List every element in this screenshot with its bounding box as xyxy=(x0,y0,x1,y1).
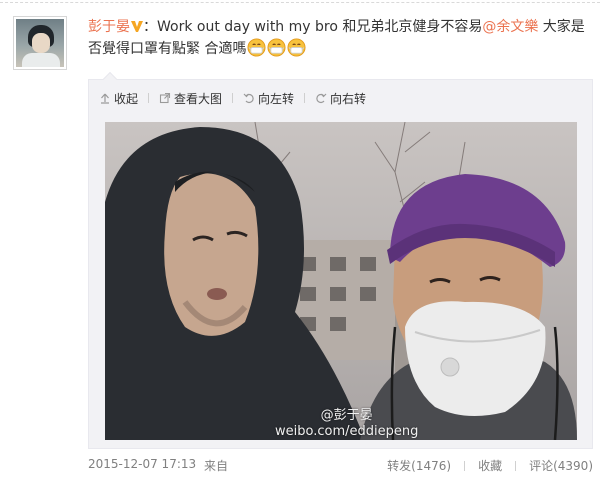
collapse-arrow-icon xyxy=(101,93,109,104)
rotate-right-button[interactable]: 向右转 xyxy=(315,90,366,107)
rotate-left-icon xyxy=(243,93,254,104)
toolbar-divider xyxy=(232,93,234,103)
view-large-button[interactable]: 查看大图 xyxy=(159,90,222,107)
mask-face-emoji-icon xyxy=(287,38,306,57)
comment-button[interactable]: 评论(4390) xyxy=(529,457,593,474)
favorite-button[interactable]: 收藏 xyxy=(478,457,502,474)
timestamp-link[interactable]: 2015-12-07 17:13 xyxy=(88,457,196,471)
panel-arrow xyxy=(102,71,118,87)
collapse-button[interactable]: 收起 xyxy=(99,90,138,107)
post-text: 彭于晏 ：Work out day with my bro 和兄弟北京健身不容易@… xyxy=(88,16,593,60)
action-divider xyxy=(515,460,517,471)
watermark-handle: @彭于晏 xyxy=(320,408,373,423)
rotate-left-label: 向左转 xyxy=(258,91,295,106)
selfie-photo-illustration xyxy=(105,122,577,440)
view-large-label: 查看大图 xyxy=(174,91,223,106)
photo-watermark: @彭于晏 weibo.com/eddiepeng xyxy=(275,408,418,440)
rotate-left-button[interactable]: 向左转 xyxy=(243,90,294,107)
username-link[interactable]: 彭于晏 xyxy=(88,19,130,35)
avatar-image xyxy=(16,19,64,67)
mention-link[interactable]: @余文樂 xyxy=(482,19,538,35)
post-body-part1: Work out day with my bro 和兄弟北京健身不容易 xyxy=(157,19,483,35)
repost-button[interactable]: 转发(1476) xyxy=(387,457,451,474)
watermark-url: weibo.com/eddiepeng xyxy=(275,424,419,439)
toolbar-divider xyxy=(304,93,306,103)
source-label: 来自 xyxy=(204,459,229,473)
media-expanded-panel: 收起 查看大图 向左转 向右转 @彭于晏 weibo.com/eddiepeng xyxy=(88,71,593,449)
feed-divider xyxy=(0,2,600,3)
post-photo[interactable]: @彭于晏 weibo.com/eddiepeng xyxy=(105,122,577,440)
colon-text: ： xyxy=(143,19,157,35)
action-divider xyxy=(464,460,466,471)
toolbar-divider xyxy=(148,93,150,103)
post-footer: 2015-12-07 17:13 来自 转发(1476) 收藏 评论(4390) xyxy=(88,457,593,475)
rotate-right-icon xyxy=(316,93,327,104)
mask-face-emoji-icon xyxy=(247,38,266,57)
media-toolbar: 收起 查看大图 向左转 向右转 xyxy=(99,90,366,106)
emoji-group xyxy=(246,38,306,57)
post-actions: 转发(1476) 收藏 评论(4390) xyxy=(387,457,593,474)
mask-face-emoji-icon xyxy=(267,38,286,57)
verified-badge-icon[interactable] xyxy=(131,19,143,33)
rotate-right-label: 向右转 xyxy=(330,91,367,106)
external-view-icon xyxy=(159,92,171,104)
avatar[interactable] xyxy=(13,16,67,70)
collapse-label: 收起 xyxy=(114,91,139,106)
